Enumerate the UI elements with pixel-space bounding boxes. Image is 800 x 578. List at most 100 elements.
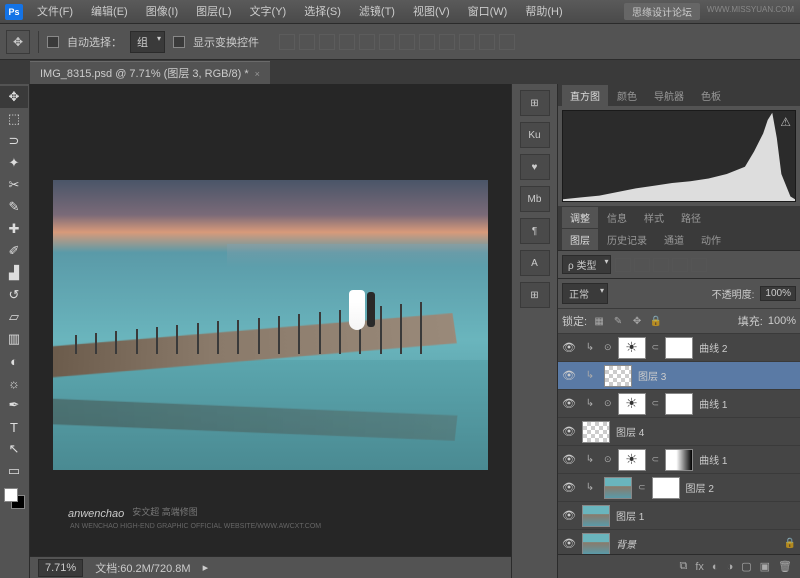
align-icon[interactable] bbox=[359, 34, 375, 50]
align-icon[interactable] bbox=[459, 34, 475, 50]
layer-row[interactable]: 👁↳⊙☀⊂曲线 1 bbox=[558, 446, 800, 474]
menu-item[interactable]: 视图(V) bbox=[404, 6, 459, 18]
visibility-icon[interactable]: 👁 bbox=[562, 341, 576, 354]
color-swatches[interactable] bbox=[4, 488, 25, 512]
align-icon[interactable] bbox=[319, 34, 335, 50]
visibility-icon[interactable]: 👁 bbox=[562, 537, 576, 550]
panel-tab[interactable]: 色板 bbox=[693, 85, 729, 106]
layer-row[interactable]: 👁图层 1 bbox=[558, 502, 800, 530]
visibility-icon[interactable]: 👁 bbox=[562, 481, 576, 494]
dodge-tool[interactable]: ☼ bbox=[0, 372, 28, 394]
type-tool[interactable]: T bbox=[0, 416, 28, 438]
adjustment-icon[interactable]: ◑ bbox=[727, 561, 734, 573]
menu-item[interactable]: 帮助(H) bbox=[516, 6, 571, 18]
panel-tab[interactable]: 样式 bbox=[636, 207, 672, 228]
blend-mode-dropdown[interactable]: 正常 bbox=[562, 283, 608, 304]
crop-tool[interactable]: ✂ bbox=[0, 174, 28, 196]
dock-button[interactable]: ¶ bbox=[520, 218, 550, 244]
auto-select-dropdown[interactable]: 组 bbox=[130, 31, 165, 53]
layer-row[interactable]: 👁↳图层 3 bbox=[558, 362, 800, 390]
panel-tab[interactable]: 路径 bbox=[673, 207, 709, 228]
layer-row[interactable]: 👁图层 4 bbox=[558, 418, 800, 446]
warning-icon[interactable]: ⚠ bbox=[780, 115, 791, 129]
trash-icon[interactable]: 🗑 bbox=[778, 560, 792, 573]
shape-tool[interactable]: ▭ bbox=[0, 460, 28, 482]
visibility-icon[interactable]: 👁 bbox=[562, 397, 576, 410]
fill-field[interactable]: 100% bbox=[768, 315, 796, 327]
visibility-icon[interactable]: 👁 bbox=[562, 369, 576, 382]
visibility-icon[interactable]: 👁 bbox=[562, 425, 576, 438]
align-icon[interactable] bbox=[499, 34, 515, 50]
link-layers-icon[interactable]: ⧉ bbox=[679, 560, 687, 573]
dock-button[interactable]: Ku bbox=[520, 122, 550, 148]
new-layer-icon[interactable]: ▣ bbox=[760, 560, 770, 573]
panel-tab[interactable]: 图层 bbox=[562, 229, 598, 250]
eyedropper-tool[interactable]: ✎ bbox=[0, 196, 28, 218]
align-icon[interactable] bbox=[299, 34, 315, 50]
gradient-tool[interactable]: ▥ bbox=[0, 328, 28, 350]
filter-icon[interactable] bbox=[634, 258, 650, 272]
panel-tab[interactable]: 颜色 bbox=[609, 85, 645, 106]
align-icon[interactable] bbox=[439, 34, 455, 50]
dock-button[interactable]: ⊞ bbox=[520, 282, 550, 308]
align-icon[interactable] bbox=[419, 34, 435, 50]
lasso-tool[interactable]: ⊃ bbox=[0, 130, 28, 152]
history-brush-tool[interactable]: ↺ bbox=[0, 284, 28, 306]
filter-icon[interactable] bbox=[691, 258, 707, 272]
path-tool[interactable]: ↖ bbox=[0, 438, 28, 460]
move-tool[interactable]: ✥ bbox=[0, 86, 28, 108]
opacity-field[interactable]: 100% bbox=[760, 286, 796, 301]
chevron-right-icon[interactable]: ▸ bbox=[203, 561, 209, 574]
menu-item[interactable]: 滤镜(T) bbox=[350, 6, 404, 18]
heal-tool[interactable]: ✚ bbox=[0, 218, 28, 240]
visibility-icon[interactable]: 👁 bbox=[562, 509, 576, 522]
brush-tool[interactable]: ✐ bbox=[0, 240, 28, 262]
filter-icon[interactable] bbox=[672, 258, 688, 272]
dock-button[interactable]: ⊞ bbox=[520, 90, 550, 116]
align-icon[interactable] bbox=[279, 34, 295, 50]
dock-button[interactable]: Mb bbox=[520, 186, 550, 212]
panel-tab[interactable]: 导航器 bbox=[646, 85, 692, 106]
mask-icon[interactable]: ◐ bbox=[712, 561, 719, 573]
align-icon[interactable] bbox=[339, 34, 355, 50]
panel-tab[interactable]: 调整 bbox=[562, 207, 598, 228]
menu-item[interactable]: 文件(F) bbox=[28, 6, 82, 18]
panel-tab[interactable]: 直方图 bbox=[562, 85, 608, 106]
menu-item[interactable]: 文字(Y) bbox=[241, 6, 296, 18]
align-icon[interactable] bbox=[379, 34, 395, 50]
marquee-tool[interactable]: ⬚ bbox=[0, 108, 28, 130]
menu-item[interactable]: 图像(I) bbox=[137, 6, 187, 18]
canvas[interactable] bbox=[53, 180, 488, 470]
layer-row[interactable]: 👁↳⊙☀⊂曲线 1 bbox=[558, 390, 800, 418]
show-transform-checkbox[interactable] bbox=[173, 36, 185, 48]
menu-item[interactable]: 编辑(E) bbox=[82, 6, 137, 18]
lock-all-icon[interactable]: 🔒 bbox=[649, 314, 663, 328]
zoom-field[interactable]: 7.71% bbox=[38, 559, 83, 577]
group-icon[interactable]: ▢ bbox=[741, 560, 751, 573]
fx-icon[interactable]: fx bbox=[695, 561, 704, 573]
layer-kind-dropdown[interactable]: ρ 类型 bbox=[562, 255, 611, 274]
panel-tab[interactable]: 历史记录 bbox=[599, 229, 655, 250]
eraser-tool[interactable]: ▱ bbox=[0, 306, 28, 328]
wand-tool[interactable]: ✦ bbox=[0, 152, 28, 174]
menu-item[interactable]: 选择(S) bbox=[295, 6, 350, 18]
panel-tab[interactable]: 通道 bbox=[656, 229, 692, 250]
layer-row[interactable]: 👁↳⊂图层 2 bbox=[558, 474, 800, 502]
layer-row[interactable]: 👁↳⊙☀⊂曲线 2 bbox=[558, 334, 800, 362]
lock-pixels-icon[interactable]: ▦ bbox=[592, 314, 606, 328]
menu-item[interactable]: 图层(L) bbox=[187, 6, 240, 18]
filter-icon[interactable] bbox=[615, 258, 631, 272]
stamp-tool[interactable]: ▟ bbox=[0, 262, 28, 284]
align-icon[interactable] bbox=[479, 34, 495, 50]
pen-tool[interactable]: ✒ bbox=[0, 394, 28, 416]
layer-row[interactable]: 👁背景🔒 bbox=[558, 530, 800, 554]
filter-icon[interactable] bbox=[653, 258, 669, 272]
align-icon[interactable] bbox=[399, 34, 415, 50]
visibility-icon[interactable]: 👁 bbox=[562, 453, 576, 466]
blur-tool[interactable]: ◐ bbox=[0, 350, 28, 372]
close-tab-icon[interactable]: × bbox=[255, 69, 260, 79]
menu-item[interactable]: 窗口(W) bbox=[459, 6, 517, 18]
document-tab[interactable]: IMG_8315.psd @ 7.71% (图层 3, RGB/8) *× bbox=[30, 61, 270, 84]
dock-button[interactable]: A bbox=[520, 250, 550, 276]
lock-position-icon[interactable]: ✥ bbox=[630, 314, 644, 328]
